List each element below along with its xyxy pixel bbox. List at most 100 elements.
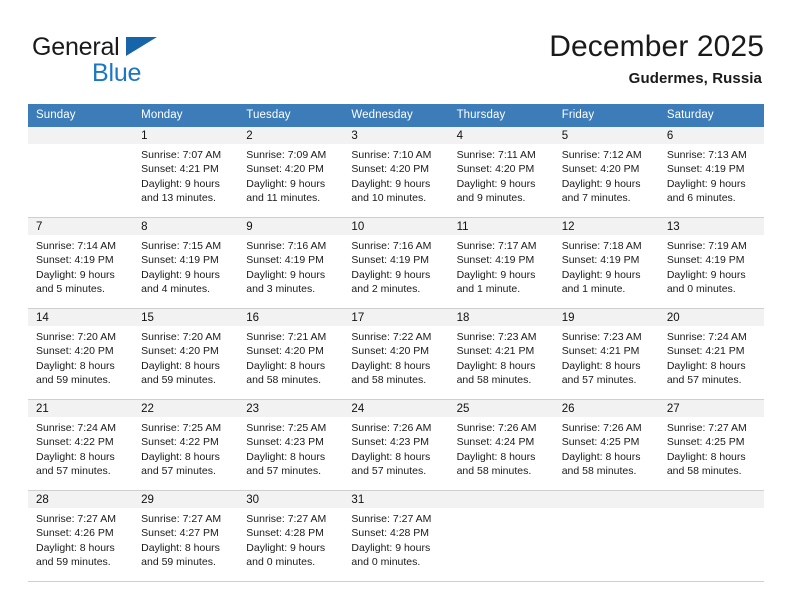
calendar-day-cell[interactable]: 28 Sunrise: 7:27 AM Sunset: 4:26 PM Dayligh… — [28, 490, 134, 582]
calendar-day-cell[interactable]: 17 Sunrise: 7:22 AM Sunset: 4:20 PM Dayligh… — [343, 308, 449, 400]
day-number: 26 — [553, 400, 659, 417]
calendar-day-cell[interactable]: 27 Sunrise: 7:27 AM Sunset: 4:25 PM Dayligh… — [658, 399, 764, 491]
sunrise-time: Sunrise: 7:22 AM — [351, 331, 432, 343]
calendar-day-cell[interactable]: 23 Sunrise: 7:25 AM Sunset: 4:23 PM Dayligh… — [238, 399, 344, 491]
sunset-time: Sunset: 4:19 PM — [666, 254, 745, 267]
day-cell-inner: 9 Sunrise: 7:16 AM Sunset: 4:19 PM Daylight… — [238, 218, 344, 308]
sunrise-time: Sunrise: 7:27 AM — [246, 513, 327, 525]
daylight-duration-line2: and 57 minutes. — [666, 374, 742, 387]
sunrise-time: Sunrise: 7:23 AM — [561, 331, 642, 343]
day-cell-inner: 31 Sunrise: 7:27 AM Sunset: 4:28 PM Dayligh… — [343, 491, 449, 581]
day-cell-inner: 23 Sunrise: 7:25 AM Sunset: 4:23 PM Dayligh… — [238, 400, 344, 490]
calendar-header-row: Sunday Monday Tuesday Wednesday Thursday… — [28, 104, 764, 127]
daylight-duration-line1: Daylight: 9 hours — [246, 177, 326, 190]
sunset-time: Sunset: 4:25 PM — [561, 436, 640, 449]
daylight-duration-line1: Daylight: 8 hours — [666, 359, 746, 372]
sunrise-time: Sunrise: 7:27 AM — [36, 513, 116, 525]
daylight-duration-line1: Daylight: 8 hours — [141, 541, 220, 554]
calendar-day-cell[interactable]: 16 Sunrise: 7:21 AM Sunset: 4:20 PM Dayligh… — [238, 308, 344, 400]
sunrise-time: Sunrise: 7:27 AM — [351, 513, 432, 525]
day-details: Sunrise: 7:12 AM Sunset: 4:20 PM Daylight:… — [554, 144, 659, 206]
calendar-day-cell[interactable]: 12 Sunrise: 7:18 AM Sunset: 4:19 PM Dayligh… — [553, 217, 659, 309]
sunrise-time: Sunrise: 7:11 AM — [456, 149, 536, 161]
day-number — [448, 491, 554, 508]
calendar-day-cell[interactable]: 25 Sunrise: 7:26 AM Sunset: 4:24 PM Dayligh… — [448, 399, 554, 491]
day-details: Sunrise: 7:09 AM Sunset: 4:20 PM Daylight:… — [238, 144, 343, 206]
day-details: Sunrise: 7:13 AM Sunset: 4:19 PM Daylight:… — [659, 144, 764, 206]
day-cell-inner — [553, 491, 659, 581]
calendar-day-cell[interactable]: 3 Sunrise: 7:10 AM Sunset: 4:20 PM Daylight… — [343, 126, 449, 218]
sunset-time: Sunset: 4:26 PM — [36, 527, 114, 540]
calendar-day-cell[interactable]: 13 Sunrise: 7:19 AM Sunset: 4:19 PM Dayligh… — [658, 217, 764, 309]
day-number: 18 — [448, 309, 554, 326]
day-cell-inner: 2 Sunrise: 7:09 AM Sunset: 4:20 PM Daylight… — [238, 127, 344, 217]
daylight-duration-line2: and 0 minutes. — [246, 556, 316, 569]
day-number: 31 — [343, 491, 449, 508]
daylight-duration-line2: and 58 minutes. — [246, 374, 321, 387]
sunset-time: Sunset: 4:22 PM — [36, 436, 114, 449]
daylight-duration-line2: and 57 minutes. — [561, 374, 637, 387]
calendar-day-cell[interactable]: 31 Sunrise: 7:27 AM Sunset: 4:28 PM Dayligh… — [343, 490, 449, 582]
calendar-day-cell[interactable]: 18 Sunrise: 7:23 AM Sunset: 4:21 PM Dayligh… — [448, 308, 554, 400]
calendar-day-cell[interactable]: 20 Sunrise: 7:24 AM Sunset: 4:21 PM Dayligh… — [658, 308, 764, 400]
sunrise-time: Sunrise: 7:15 AM — [141, 240, 222, 252]
general-blue-logo[interactable]: General Blue — [32, 34, 232, 94]
calendar-day-cell[interactable]: 2 Sunrise: 7:09 AM Sunset: 4:20 PM Daylight… — [238, 126, 344, 218]
logo-text-blue: Blue — [92, 59, 142, 87]
sunrise-time: Sunrise: 7:17 AM — [456, 240, 537, 252]
calendar-day-cell[interactable]: 15 Sunrise: 7:20 AM Sunset: 4:20 PM Dayligh… — [133, 308, 239, 400]
daylight-duration-line2: and 58 minutes. — [456, 374, 532, 387]
day-number: 24 — [343, 400, 449, 417]
day-number: 28 — [28, 491, 134, 508]
day-details: Sunrise: 7:10 AM Sunset: 4:20 PM Daylight:… — [343, 144, 448, 206]
calendar-day-cell[interactable]: 14 Sunrise: 7:20 AM Sunset: 4:20 PM Dayligh… — [28, 308, 134, 400]
calendar-day-cell[interactable]: 1 Sunrise: 7:07 AM Sunset: 4:21 PM Daylight… — [133, 126, 239, 218]
daylight-duration-line1: Daylight: 9 hours — [561, 177, 641, 190]
calendar-day-cell[interactable]: 6 Sunrise: 7:13 AM Sunset: 4:19 PM Daylight… — [658, 126, 764, 218]
calendar-day-cell[interactable]: 11 Sunrise: 7:17 AM Sunset: 4:19 PM Dayligh… — [448, 217, 554, 309]
sunset-time: Sunset: 4:23 PM — [351, 436, 430, 449]
daylight-duration-line1: Daylight: 8 hours — [36, 359, 115, 372]
calendar-day-cell[interactable]: 19 Sunrise: 7:23 AM Sunset: 4:21 PM Dayligh… — [553, 308, 659, 400]
day-cell-inner: 6 Sunrise: 7:13 AM Sunset: 4:19 PM Daylight… — [658, 127, 764, 217]
daylight-duration-line1: Daylight: 9 hours — [351, 268, 431, 281]
day-number: 1 — [133, 127, 239, 144]
sunrise-time: Sunrise: 7:19 AM — [666, 240, 747, 252]
calendar-day-cell[interactable]: 24 Sunrise: 7:26 AM Sunset: 4:23 PM Dayligh… — [343, 399, 449, 491]
calendar-day-cell[interactable]: 4 Sunrise: 7:11 AM Sunset: 4:20 PM Daylight… — [448, 126, 554, 218]
day-cell-inner: 24 Sunrise: 7:26 AM Sunset: 4:23 PM Dayligh… — [343, 400, 449, 490]
day-details: Sunrise: 7:17 AM Sunset: 4:19 PM Daylight:… — [449, 235, 554, 297]
sunset-time: Sunset: 4:20 PM — [351, 345, 430, 358]
day-cell-inner: 30 Sunrise: 7:27 AM Sunset: 4:28 PM Dayligh… — [238, 491, 344, 581]
day-number: 6 — [658, 127, 764, 144]
sunrise-time: Sunrise: 7:27 AM — [141, 513, 222, 525]
daylight-duration-line1: Daylight: 8 hours — [141, 450, 220, 463]
daylight-duration-line2: and 57 minutes. — [351, 465, 427, 478]
day-number: 12 — [553, 218, 659, 235]
sunrise-time: Sunrise: 7:16 AM — [246, 240, 327, 252]
calendar-day-cell[interactable]: 9 Sunrise: 7:16 AM Sunset: 4:19 PM Daylight… — [238, 217, 344, 309]
sunset-time: Sunset: 4:19 PM — [246, 254, 324, 267]
calendar-day-cell[interactable]: 30 Sunrise: 7:27 AM Sunset: 4:28 PM Dayligh… — [238, 490, 344, 582]
daylight-duration-line1: Daylight: 8 hours — [561, 359, 641, 372]
calendar-day-cell[interactable]: 8 Sunrise: 7:15 AM Sunset: 4:19 PM Daylight… — [133, 217, 239, 309]
day-number: 15 — [133, 309, 239, 326]
daylight-duration-line2: and 1 minute. — [561, 283, 626, 296]
calendar-day-cell[interactable]: 7 Sunrise: 7:14 AM Sunset: 4:19 PM Daylight… — [28, 217, 134, 309]
day-cell-inner: 17 Sunrise: 7:22 AM Sunset: 4:20 PM Dayligh… — [343, 309, 449, 399]
sunrise-time: Sunrise: 7:21 AM — [246, 331, 327, 343]
calendar-day-cell[interactable]: 26 Sunrise: 7:26 AM Sunset: 4:25 PM Dayligh… — [553, 399, 659, 491]
daylight-duration-line1: Daylight: 8 hours — [456, 359, 536, 372]
calendar-day-cell[interactable]: 5 Sunrise: 7:12 AM Sunset: 4:20 PM Daylight… — [553, 126, 659, 218]
calendar-day-cell[interactable]: 10 Sunrise: 7:16 AM Sunset: 4:19 PM Dayligh… — [343, 217, 449, 309]
sunset-time: Sunset: 4:19 PM — [666, 163, 745, 176]
day-number: 16 — [238, 309, 344, 326]
calendar-day-cell[interactable]: 21 Sunrise: 7:24 AM Sunset: 4:22 PM Dayligh… — [28, 399, 134, 491]
sunrise-time: Sunrise: 7:23 AM — [456, 331, 537, 343]
daylight-duration-line2: and 13 minutes. — [141, 192, 216, 205]
day-cell-inner — [28, 127, 134, 217]
day-cell-inner — [448, 491, 554, 581]
calendar-day-cell[interactable]: 29 Sunrise: 7:27 AM Sunset: 4:27 PM Dayligh… — [133, 490, 239, 582]
calendar-day-cell[interactable]: 22 Sunrise: 7:25 AM Sunset: 4:22 PM Dayligh… — [133, 399, 239, 491]
daylight-duration-line2: and 7 minutes. — [561, 192, 631, 205]
